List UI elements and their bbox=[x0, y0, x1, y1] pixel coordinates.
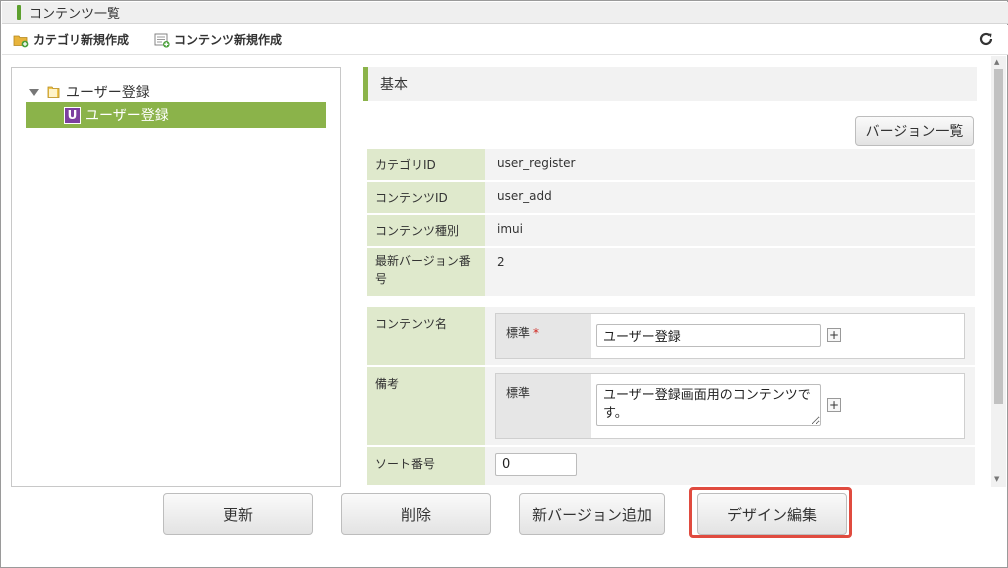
add-locale-plus-icon[interactable]: + bbox=[827, 328, 841, 342]
info-value: user_register bbox=[485, 149, 975, 182]
info-label: コンテンツID bbox=[367, 181, 485, 215]
new-category-button[interactable]: カテゴリ新規作成 bbox=[13, 31, 129, 48]
info-label: カテゴリID bbox=[367, 149, 485, 182]
sort-no-cell bbox=[485, 446, 975, 487]
locale-group: 標準 ユーザー登録画面用のコンテンツです。 + bbox=[495, 373, 965, 439]
folder-icon bbox=[47, 86, 60, 98]
new-category-label: カテゴリ新規作成 bbox=[33, 33, 130, 47]
info-value: 2 bbox=[485, 247, 975, 298]
detail-pane: 基本 バージョン一覧 カテゴリID user_register コンテンツID … bbox=[363, 67, 979, 487]
remarks-cell: 標準 ユーザー登録画面用のコンテンツです。 + bbox=[485, 366, 975, 447]
remarks-label: 備考 bbox=[367, 366, 485, 447]
info-label: コンテンツ種別 bbox=[367, 214, 485, 248]
info-value: user_add bbox=[485, 181, 975, 215]
content-type-badge-icon: U bbox=[64, 106, 81, 124]
window-title: コンテンツ一覧 bbox=[29, 7, 121, 22]
locale-group: 標準* + bbox=[495, 313, 965, 359]
info-row: コンテンツID user_add bbox=[367, 181, 975, 215]
form-row-remarks: 備考 標準 ユーザー登録画面用のコンテンツです。 + bbox=[367, 366, 975, 447]
sort-no-label: ソート番号 bbox=[367, 446, 485, 487]
toolbar: カテゴリ新規作成 コンテンツ新規作成 bbox=[2, 25, 1008, 55]
info-value: imui bbox=[485, 214, 975, 248]
new-folder-icon bbox=[13, 35, 29, 47]
info-row: カテゴリID user_register bbox=[367, 149, 975, 182]
edit-form: コンテンツ名 標準* + 備考 bbox=[367, 307, 975, 487]
scroll-down-arrow-icon[interactable]: ▼ bbox=[994, 475, 999, 483]
window-frame: コンテンツ一覧 カテゴリ新規作成 コンテンツ新規作成 ユーザー登録 U ユーザー… bbox=[0, 0, 1008, 568]
tree-node-content-selected[interactable]: U ユーザー登録 bbox=[26, 102, 326, 128]
required-mark: * bbox=[533, 326, 540, 340]
form-row-content-name: コンテンツ名 標準* + bbox=[367, 307, 975, 367]
section-title: 基本 bbox=[380, 77, 408, 93]
remarks-textarea[interactable]: ユーザー登録画面用のコンテンツです。 bbox=[596, 384, 821, 426]
version-list-button[interactable]: バージョン一覧 bbox=[855, 116, 974, 146]
content-name-cell: 標準* + bbox=[485, 307, 975, 367]
delete-button[interactable]: 削除 bbox=[341, 493, 491, 535]
tree-node-category[interactable]: ユーザー登録 bbox=[28, 82, 150, 102]
update-button[interactable]: 更新 bbox=[163, 493, 313, 535]
info-table: カテゴリID user_register コンテンツID user_add コン… bbox=[367, 149, 975, 298]
info-row: コンテンツ種別 imui bbox=[367, 214, 975, 248]
vertical-scrollbar[interactable]: ▲ ▼ bbox=[991, 56, 1006, 487]
tree-root-label: ユーザー登録 bbox=[66, 85, 150, 101]
locale-value: ユーザー登録画面用のコンテンツです。 + bbox=[591, 374, 846, 438]
highlight-box bbox=[689, 487, 852, 538]
scrollbar-thumb[interactable] bbox=[994, 69, 1003, 404]
info-label: 最新バージョン番号 bbox=[367, 247, 485, 298]
locale-label: 標準 * bbox=[496, 314, 591, 358]
form-row-sort-no: ソート番号 bbox=[367, 446, 975, 487]
tree-child-label: ユーザー登録 bbox=[85, 108, 169, 124]
new-document-icon bbox=[154, 33, 170, 48]
info-row: 最新バージョン番号 2 bbox=[367, 247, 975, 298]
content-name-label: コンテンツ名 bbox=[367, 307, 485, 367]
add-locale-plus-icon[interactable]: + bbox=[827, 398, 841, 412]
content-name-input[interactable] bbox=[596, 324, 821, 347]
title-marker-icon bbox=[17, 5, 21, 20]
scroll-up-arrow-icon[interactable]: ▲ bbox=[994, 58, 999, 66]
title-bar: コンテンツ一覧 bbox=[2, 2, 1008, 24]
new-content-button[interactable]: コンテンツ新規作成 bbox=[154, 31, 282, 48]
sort-no-input[interactable] bbox=[495, 453, 577, 476]
content-tree-panel: ユーザー登録 U ユーザー登録 bbox=[11, 67, 341, 487]
locale-label: 標準 bbox=[496, 374, 591, 438]
refresh-icon[interactable] bbox=[978, 31, 994, 47]
section-header: 基本 bbox=[363, 67, 977, 101]
new-content-label: コンテンツ新規作成 bbox=[174, 33, 283, 47]
add-version-button[interactable]: 新バージョン追加 bbox=[519, 493, 665, 535]
locale-value: + bbox=[591, 314, 846, 358]
collapse-triangle-icon[interactable] bbox=[28, 86, 40, 98]
locale-standard-label: 標準 bbox=[506, 326, 531, 340]
